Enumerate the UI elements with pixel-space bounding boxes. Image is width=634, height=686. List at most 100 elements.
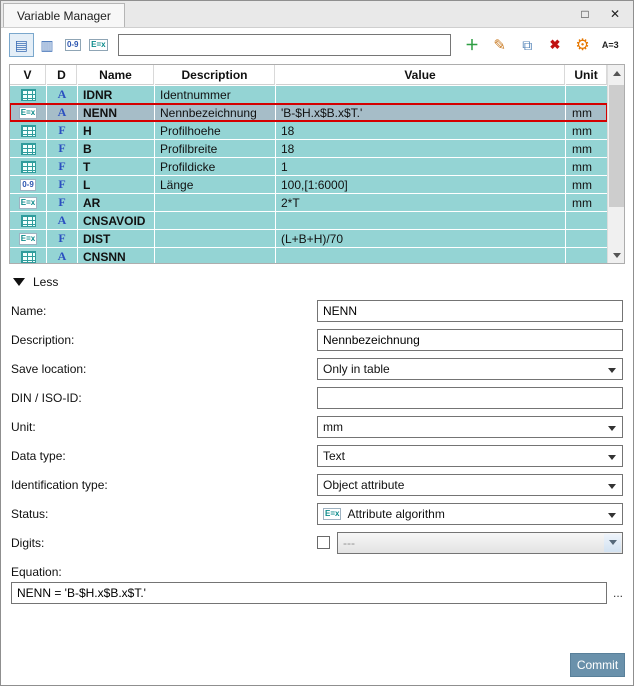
list-view-icon: ▤ <box>14 37 28 53</box>
view-list-button[interactable]: ▤ <box>9 33 34 57</box>
data-type-cell: A <box>47 86 77 103</box>
commit-button[interactable]: Commit <box>570 653 625 677</box>
value-cell <box>276 212 566 229</box>
value-type-cell <box>10 212 46 229</box>
value-type-cell: 0-9 <box>10 176 46 193</box>
scroll-up-icon[interactable] <box>608 65 625 81</box>
form-row-description: Description: <box>11 325 623 354</box>
footer: Commit <box>1 653 633 685</box>
variable-row-B[interactable]: F B Profilbreite 18 mm <box>10 140 608 157</box>
unit-label: Unit: <box>11 419 36 434</box>
vertical-scrollbar[interactable] <box>607 65 625 263</box>
variable-row-CNSNN[interactable]: A CNSNN <box>10 248 608 263</box>
chevron-down-icon <box>608 483 616 489</box>
equation-label-row: Equation: <box>11 557 623 579</box>
scrollbar-thumb[interactable] <box>609 85 625 207</box>
data-type-cell: F <box>47 194 77 211</box>
chevron-down-icon <box>608 454 616 460</box>
detail-form: Name: Description: Save location: Only i… <box>1 292 633 607</box>
scroll-down-icon[interactable] <box>608 247 625 263</box>
data-type-cell: F <box>47 176 77 193</box>
settings-button[interactable]: ⚙ <box>570 33 596 57</box>
add-icon: ＋ <box>465 37 479 53</box>
digits-checkbox[interactable] <box>317 536 330 549</box>
filter-input[interactable] <box>117 34 452 56</box>
gear-icon: ⚙ <box>575 37 590 54</box>
column-header-d[interactable]: D <box>47 65 77 85</box>
chevron-down-icon <box>608 425 616 431</box>
variable-row-H[interactable]: F H Profilhoehe 18 mm <box>10 122 608 139</box>
variable-row-T[interactable]: F T Profildicke 1 mm <box>10 158 608 175</box>
evaluate-button[interactable]: A=3 <box>597 33 623 57</box>
column-header-name[interactable]: Name <box>78 65 154 85</box>
equation-input[interactable] <box>11 582 607 604</box>
edit-variable-button[interactable]: ✎ <box>487 33 513 57</box>
identification-type-label: Identification type: <box>11 477 108 492</box>
more-button[interactable]: ... <box>607 586 623 600</box>
close-icon[interactable]: ✕ <box>600 3 630 25</box>
unit-cell: mm <box>566 140 608 157</box>
table-icon <box>20 250 36 263</box>
description-cell: Profildicke <box>155 158 275 175</box>
save-location-label: Save location: <box>11 361 87 376</box>
value-cell <box>276 248 566 263</box>
edit-icon: ✎ <box>493 37 506 54</box>
value-cell: 2*T <box>276 194 566 211</box>
view-formula-button[interactable]: E=x <box>86 33 111 57</box>
save-location-select[interactable]: Only in table <box>317 357 623 380</box>
column-header-value[interactable]: Value <box>276 65 566 85</box>
description-cell <box>155 212 275 229</box>
value-type-cell: E=x <box>10 194 46 211</box>
value-cell: 18 <box>276 140 566 157</box>
toolbar: ▤ ▥ 0-9 E=x ＋ ✎ ⧉ ✖ ⚙ A=3 <box>1 28 633 62</box>
collapse-arrow-icon <box>13 278 25 286</box>
data-type-cell: F <box>47 122 77 139</box>
status-value: Attribute algorithm <box>347 506 445 521</box>
column-header-v[interactable]: V <box>10 65 46 85</box>
data-type-select[interactable]: Text <box>317 444 623 467</box>
description-input[interactable] <box>317 328 623 351</box>
data-type-value: Text <box>323 448 346 463</box>
variable-row-IDNR[interactable]: A IDNR Identnummer <box>10 86 608 103</box>
unit-cell <box>566 248 608 263</box>
value-cell: 'B-$H.x$B.x$T.' <box>276 104 566 121</box>
variable-table-body: A IDNR Identnummer E=x A NENN Nennbezeichnung '… <box>10 86 608 263</box>
form-row-name: Name: <box>11 296 623 325</box>
view-digits-button[interactable]: 0-9 <box>60 33 85 57</box>
variable-row-NENN[interactable]: E=x A NENN Nennbezeichnung 'B-$H.x$B.x$T.' mm <box>10 103 608 122</box>
window-title-tab[interactable]: Variable Manager <box>3 3 125 27</box>
identification-type-select[interactable]: Object attribute <box>317 473 623 496</box>
name-cell: DIST <box>78 230 154 247</box>
table-icon <box>20 88 36 101</box>
unit-select[interactable]: mm <box>317 415 623 438</box>
name-cell: IDNR <box>78 86 154 103</box>
maximize-icon[interactable]: □ <box>570 3 600 25</box>
din-iso-input[interactable] <box>317 386 623 409</box>
value-type-cell <box>10 158 46 175</box>
variable-row-CNSAVOID[interactable]: A CNSAVOID <box>10 212 608 229</box>
column-header-unit[interactable]: Unit <box>566 65 608 85</box>
variable-row-AR[interactable]: E=x F AR 2*T mm <box>10 194 608 211</box>
column-header-description[interactable]: Description <box>155 65 275 85</box>
description-cell: Identnummer <box>155 86 275 103</box>
add-variable-button[interactable]: ＋ <box>459 33 485 57</box>
name-cell: CNSAVOID <box>78 212 154 229</box>
variable-row-DIST[interactable]: E=x F DIST (L+B+H)/70 <box>10 230 608 247</box>
status-label: Status: <box>11 506 49 521</box>
data-type-label: Data type: <box>11 448 66 463</box>
status-select[interactable]: E=x Attribute algorithm <box>317 502 623 525</box>
digits-icon: 0-9 <box>20 178 36 191</box>
name-input[interactable] <box>317 299 623 322</box>
formula-icon: E=x <box>18 232 38 245</box>
name-cell: B <box>78 140 154 157</box>
delete-variable-button[interactable]: ✖ <box>542 33 568 57</box>
name-cell: CNSNN <box>78 248 154 263</box>
collapse-toggle[interactable]: Less <box>13 272 633 292</box>
collapse-label: Less <box>33 275 59 289</box>
view-columns-button[interactable]: ▥ <box>35 33 60 57</box>
window-title: Variable Manager <box>17 8 111 23</box>
copy-variable-button[interactable]: ⧉ <box>514 33 540 57</box>
formula-icon: E=x <box>323 507 342 520</box>
variable-row-L[interactable]: 0-9 F L Länge 100,[1:6000] mm <box>10 176 608 193</box>
value-cell: 1 <box>276 158 566 175</box>
